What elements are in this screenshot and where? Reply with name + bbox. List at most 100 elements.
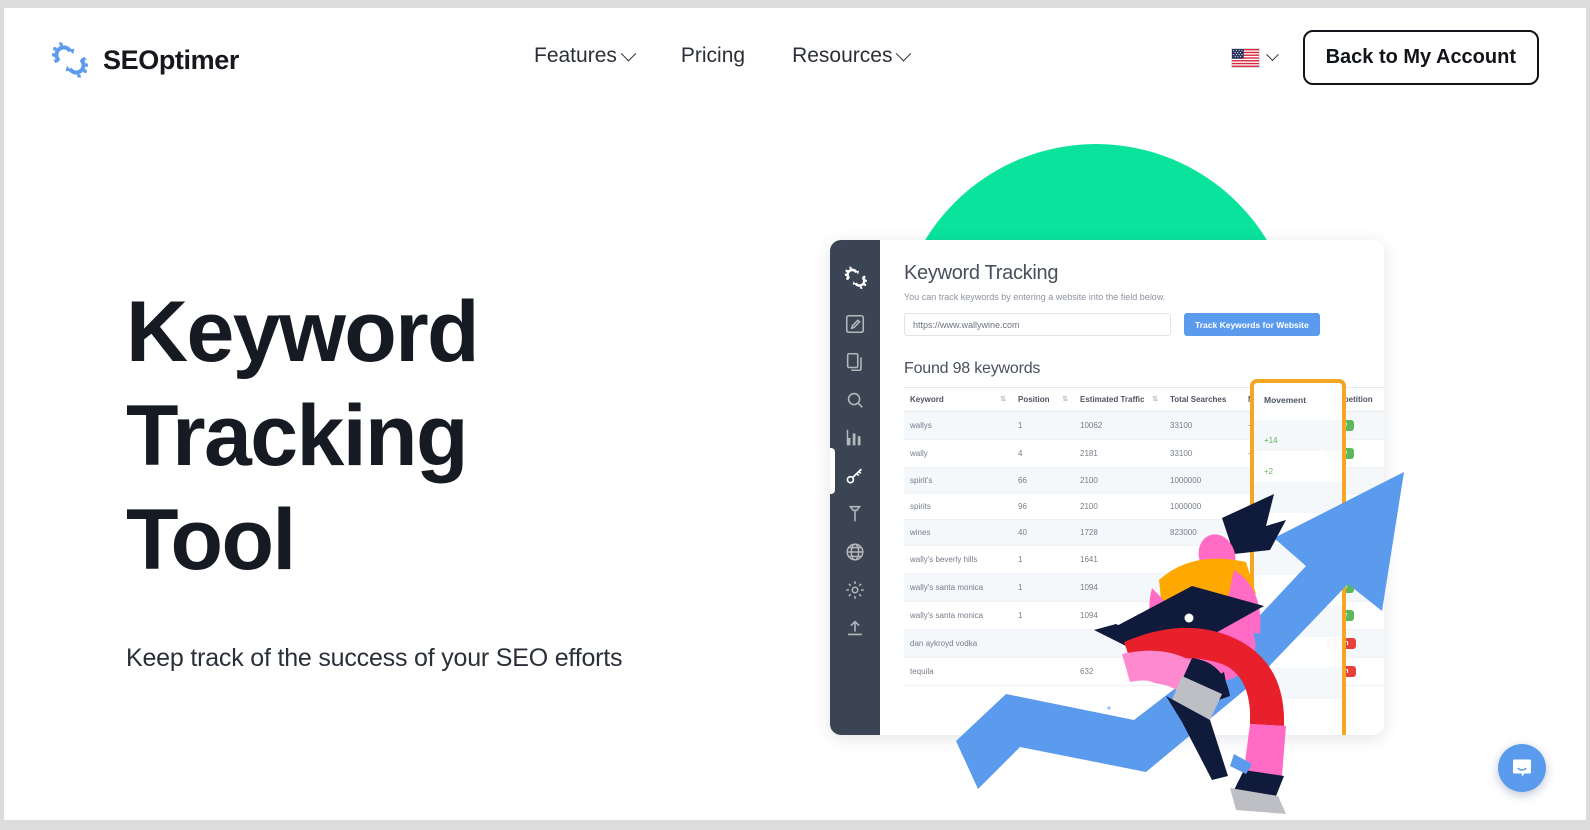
total-searches-cell: 1000000 [1164,467,1242,494]
competition-cell: Low [1320,601,1384,630]
sort-icon: ⇅ [1000,396,1006,403]
column-header-position[interactable]: Position ⇅ [1012,387,1074,412]
table-row[interactable]: dan aykroyd vodka High [904,629,1384,658]
column-header-total[interactable]: Total Searches [1164,387,1242,412]
status-badge: Low [1326,610,1354,621]
table-row[interactable]: wines 40 1728 823000 [904,519,1384,546]
total-searches-cell: 1000000 [1164,493,1242,520]
search-magnifier-icon[interactable] [844,389,866,411]
track-keywords-form: Track Keywords for Website [904,313,1384,336]
competition-cell: Low [1320,573,1384,602]
hammer-tools-icon[interactable] [844,503,866,525]
nav-item-label: Resources [792,44,893,67]
logo[interactable]: SEOptimer [48,38,239,82]
total-searches-cell [1164,629,1242,658]
position-cell: 66 [1012,467,1074,494]
key-icon[interactable] [844,465,866,487]
main-navigation: Features Pricing Resources [534,44,912,68]
position-cell [1012,657,1074,686]
keyword-cell: wally's santa monica [904,573,1012,602]
us-flag-icon [1230,47,1260,68]
table-row[interactable]: wally's santa monica 1 1094 Low [904,573,1384,602]
total-searches-cell: 301000 [1164,657,1242,686]
position-cell: 4 [1012,439,1074,468]
seoptimer-logo-icon[interactable] [842,264,869,291]
gear-settings-icon[interactable] [844,579,866,601]
total-searches-cell: 33100 [1164,411,1242,440]
traffic-cell: 2100 [1074,493,1164,520]
hero-subtitle: Keep track of the success of your SEO ef… [126,644,623,673]
dashboard-sidebar [830,240,880,735]
position-cell: 1 [1012,573,1074,602]
traffic-cell: 1641 [1074,545,1164,574]
table-row[interactable]: spirits 96 2100 1000000 +2 [904,493,1384,520]
status-badge: Low [1326,582,1354,593]
keyword-cell: spirits [904,493,1012,520]
competition-cell [1320,467,1384,494]
page-viewport: SEOptimer Features Pricing Resources Bac… [4,8,1586,820]
table-row[interactable]: wallys 1 10062 33100 +14 Low [904,411,1384,440]
logo-text: SEOptimer [103,44,239,75]
movement-cell [1242,573,1320,602]
website-url-input[interactable] [904,313,1171,336]
keywords-table: Keyword ⇅ Position ⇅ Estimated Traffic ⇅ To… [904,387,1384,686]
nav-item-label: Features [534,44,617,67]
chevron-down-icon [620,45,637,61]
column-header-traffic[interactable]: Estimated Traffic ⇅ [1074,387,1164,412]
nav-item-resources[interactable]: Resources [792,44,912,68]
traffic-cell: 1728 [1074,519,1164,546]
total-searches-cell [1164,545,1242,574]
table-row[interactable]: wally's santa monica 1 1094 Low [904,601,1384,630]
seoptimer-logo-icon [51,42,89,78]
hero-title-line-1: Keyword [126,284,480,380]
movement-cell: +14 [1242,411,1320,440]
nav-item-features[interactable]: Features [534,44,637,68]
status-badge: High [1326,638,1356,649]
table-row[interactable]: wally 4 2181 33100 +2 Low [904,439,1384,468]
movement-cell: +2 [1242,493,1320,520]
hero-section: Keyword Tracking Tool Keep track of the … [124,280,746,673]
traffic-cell: 1094 [1074,573,1164,602]
copy-files-icon[interactable] [844,351,866,373]
total-searches-cell: 823000 [1164,519,1242,546]
hero-title-line-2: Tracking [124,384,469,488]
traffic-cell: 2100 [1074,467,1164,494]
competition-cell: Low [1320,439,1384,468]
table-row[interactable]: tequila 632 301000 +2 High [904,657,1384,686]
back-to-my-account-button[interactable]: Back to My Account [1302,30,1539,85]
page-title: Keyword Tracking Tool [124,280,746,592]
nav-item-label: Pricing [680,44,746,67]
keyword-cell: wines [904,519,1012,546]
table-row[interactable]: wally's beverly hills 1 1641 Low [904,545,1384,574]
column-header-keyword[interactable]: Keyword ⇅ [904,387,1012,412]
competition-cell [1320,493,1384,520]
language-selector[interactable] [1230,47,1279,68]
column-header-competition[interactable]: Competition⇅ [1320,387,1384,412]
total-searches-cell [1164,573,1242,602]
column-header-movement[interactable]: Movement [1242,387,1320,412]
total-searches-cell [1164,601,1242,630]
dashboard-description: You can track keywords by entering a web… [904,292,1166,302]
table-header: Keyword ⇅ Position ⇅ Estimated Traffic ⇅ To… [904,387,1384,412]
chevron-down-icon [1265,48,1279,62]
traffic-cell: 1094 [1074,601,1164,630]
edit-pencil-icon[interactable] [844,313,866,335]
dashboard-mockup: Keyword Tracking You can track keywords … [830,240,1384,735]
table-body: wallys 1 10062 33100 +14 Low wally 4 2181 33100 +2… [904,411,1384,686]
globe-icon[interactable] [844,541,866,563]
traffic-cell: 10062 [1074,411,1164,440]
movement-cell: +2 [1242,439,1320,468]
keyword-cell: dan aykroyd vodka [904,629,1012,658]
upload-icon[interactable] [844,617,866,639]
chat-launcher-button[interactable] [1498,744,1546,792]
found-keywords-label: Found 98 keywords [904,360,1041,377]
competition-cell [1320,519,1384,546]
bar-chart-icon[interactable] [844,427,866,449]
position-cell: 1 [1012,411,1074,440]
table-row[interactable]: spirit's 66 2100 1000000 [904,467,1384,494]
track-keywords-button[interactable]: Track Keywords for Website [1184,313,1320,336]
nav-item-pricing[interactable]: Pricing [681,44,745,68]
position-cell: 96 [1012,493,1074,520]
traffic-cell [1074,629,1164,658]
chevron-down-icon [896,45,912,61]
